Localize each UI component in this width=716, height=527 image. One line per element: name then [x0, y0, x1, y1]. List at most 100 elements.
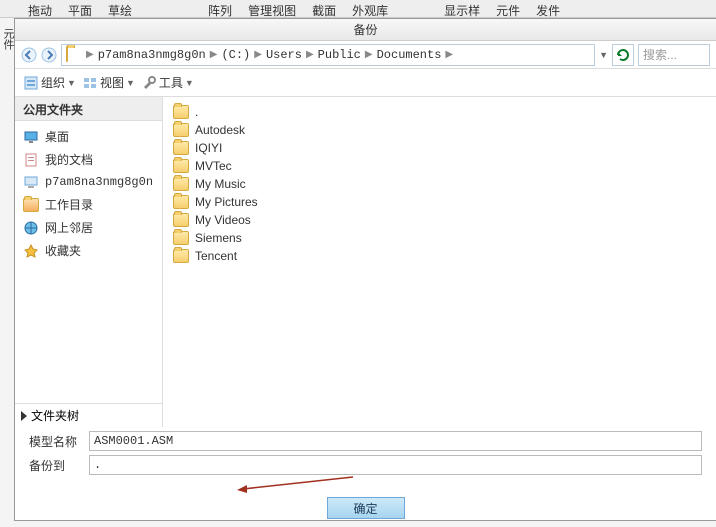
breadcrumb-item[interactable]: Users	[266, 48, 302, 62]
folder-icon	[66, 47, 82, 63]
file-name: My Pictures	[195, 195, 258, 209]
folder-icon	[173, 213, 189, 227]
list-item[interactable]: .	[169, 103, 710, 121]
list-item[interactable]: My Videos	[169, 211, 710, 229]
breadcrumb[interactable]: ▶ p7am8na3nmg8g0n ▶ (C:) ▶ Users ▶ Publi…	[61, 44, 595, 66]
ok-button[interactable]: 确定	[327, 497, 405, 519]
refresh-button[interactable]	[612, 44, 634, 66]
star-icon	[23, 243, 39, 259]
folder-tree-label: 文件夹树	[31, 407, 79, 424]
list-item[interactable]: My Pictures	[169, 193, 710, 211]
docs-icon	[23, 152, 39, 168]
sidebar-item-label: 网上邻居	[45, 219, 93, 236]
chevron-down-icon: ▼	[126, 78, 135, 88]
chevron-right-icon: ▶	[363, 49, 375, 60]
sidebar-item-label: 收藏夹	[45, 242, 81, 259]
app-topbar: 拖动 平面 草绘 阵列 管理视图 截面 外观库 显示样 元件 发件	[0, 0, 716, 18]
breadcrumb-dropdown-icon[interactable]: ▼	[599, 50, 608, 60]
desktop-icon	[23, 129, 39, 145]
breadcrumb-item[interactable]: (C:)	[221, 48, 250, 62]
computer-icon	[23, 174, 39, 190]
list-item[interactable]: Autodesk	[169, 121, 710, 139]
button-row: 确定	[15, 479, 716, 527]
file-name: My Videos	[195, 213, 251, 227]
topbar-item[interactable]: 管理视图	[240, 0, 304, 17]
sidebar-item-label: 桌面	[45, 128, 69, 145]
tools-label: 工具	[159, 74, 183, 91]
chevron-down-icon: ▼	[185, 78, 194, 88]
folder-icon	[173, 105, 189, 119]
chevron-right-icon: ▶	[84, 49, 96, 60]
topbar-item[interactable]: 阵列	[200, 0, 240, 17]
model-name-label: 模型名称	[15, 433, 89, 450]
workdir-icon	[23, 198, 39, 212]
chevron-right-icon: ▶	[304, 49, 316, 60]
chevron-down-icon: ▼	[67, 78, 76, 88]
organize-icon	[23, 75, 39, 91]
view-menu[interactable]: 视图 ▼	[82, 74, 135, 91]
list-item[interactable]: My Music	[169, 175, 710, 193]
forward-icon[interactable]	[41, 47, 57, 63]
toolbar: 组织 ▼ 视图 ▼ 工具 ▼	[15, 69, 716, 97]
topbar-item[interactable]: 发件	[528, 0, 568, 17]
file-name: My Music	[195, 177, 246, 191]
file-name: MVTec	[195, 159, 232, 173]
topbar-item[interactable]: 拖动	[20, 0, 60, 17]
sidebar-item-desktop[interactable]: 桌面	[15, 125, 162, 148]
nav-row: ▶ p7am8na3nmg8g0n ▶ (C:) ▶ Users ▶ Publi…	[15, 41, 716, 69]
tools-menu[interactable]: 工具 ▼	[141, 74, 194, 91]
sidebar: 公用文件夹 桌面 我的文档 p7am8na3nmg8g0n 工作目录 网上邻居 …	[15, 97, 163, 427]
topbar-item[interactable]: 平面	[60, 0, 100, 17]
organize-label: 组织	[41, 74, 65, 91]
topbar-item[interactable]: 草绘	[100, 0, 140, 17]
folder-icon	[173, 249, 189, 263]
backup-to-input[interactable]	[89, 455, 702, 475]
breadcrumb-item[interactable]: p7am8na3nmg8g0n	[98, 48, 206, 62]
folder-icon	[173, 123, 189, 137]
network-icon	[23, 220, 39, 236]
file-list[interactable]: . Autodesk IQIYI MVTec My Music My Pictu…	[163, 97, 716, 427]
sidebar-item-mydocs[interactable]: 我的文档	[15, 148, 162, 171]
chevron-right-icon: ▶	[443, 49, 455, 60]
search-input[interactable]: 搜索...	[638, 44, 710, 66]
view-label: 视图	[100, 74, 124, 91]
sidebar-item-computer[interactable]: p7am8na3nmg8g0n	[15, 171, 162, 193]
backup-dialog: 备份 ▶ p7am8na3nmg8g0n ▶ (C:) ▶ Users ▶ Pu…	[14, 18, 716, 521]
topbar-item[interactable]: 外观库	[344, 0, 396, 17]
file-name: .	[195, 105, 198, 119]
chevron-right-icon: ▶	[208, 49, 220, 60]
organize-menu[interactable]: 组织 ▼	[23, 74, 76, 91]
breadcrumb-item[interactable]: Public	[318, 48, 361, 62]
list-item[interactable]: Siemens	[169, 229, 710, 247]
folder-icon	[173, 159, 189, 173]
list-item[interactable]: MVTec	[169, 157, 710, 175]
sidebar-item-label: 工作目录	[45, 196, 93, 213]
sidebar-item-network[interactable]: 网上邻居	[15, 216, 162, 239]
sidebar-item-favorites[interactable]: 收藏夹	[15, 239, 162, 262]
list-item[interactable]: IQIYI	[169, 139, 710, 157]
folder-icon	[173, 195, 189, 209]
sidebar-header: 公用文件夹	[15, 97, 162, 121]
sidebar-item-label: p7am8na3nmg8g0n	[45, 175, 153, 189]
sidebar-item-label: 我的文档	[45, 151, 93, 168]
list-item[interactable]: Tencent	[169, 247, 710, 265]
view-icon	[82, 75, 98, 91]
file-name: Tencent	[195, 249, 237, 263]
model-name-input[interactable]	[89, 431, 702, 451]
topbar-item[interactable]: 截面	[304, 0, 344, 17]
folder-icon	[173, 231, 189, 245]
file-name: IQIYI	[195, 141, 222, 155]
topbar-item[interactable]: 显示样	[436, 0, 488, 17]
dialog-title: 备份	[15, 19, 716, 41]
breadcrumb-item[interactable]: Documents	[377, 48, 442, 62]
triangle-right-icon	[21, 411, 27, 421]
topbar-item[interactable]: 元件	[488, 0, 528, 17]
back-icon[interactable]	[21, 47, 37, 63]
file-name: Siemens	[195, 231, 242, 245]
folder-tree-toggle[interactable]: 文件夹树	[15, 403, 162, 427]
chevron-right-icon: ▶	[252, 49, 264, 60]
sidebar-item-workdir[interactable]: 工作目录	[15, 193, 162, 216]
file-name: Autodesk	[195, 123, 245, 137]
sidebar-list: 桌面 我的文档 p7am8na3nmg8g0n 工作目录 网上邻居 收藏夹	[15, 121, 162, 403]
tools-icon	[141, 75, 157, 91]
